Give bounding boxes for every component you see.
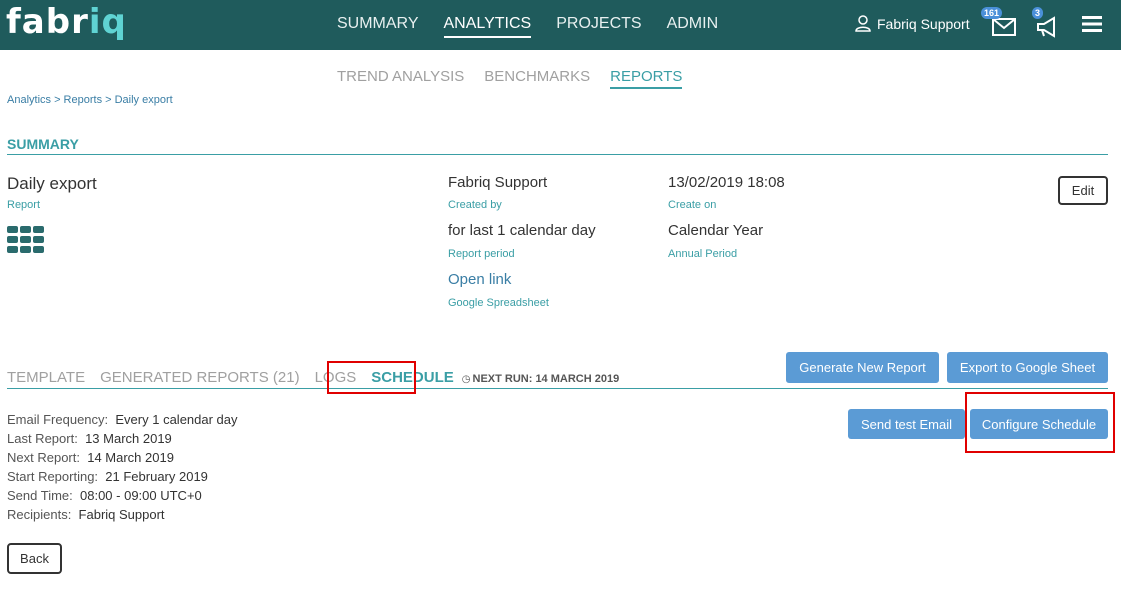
- detail-value: 08:00 - 09:00 UTC+0: [80, 488, 202, 503]
- open-link[interactable]: Open link: [448, 271, 511, 288]
- subnav-reports[interactable]: REPORTS: [610, 68, 683, 89]
- send-test-email-button[interactable]: Send test Email: [848, 409, 965, 439]
- next-run-label: NEXT RUN: 14 MARCH 2019: [472, 373, 620, 385]
- user-menu[interactable]: Fabriq Support: [855, 15, 970, 32]
- back-button[interactable]: Back: [7, 543, 62, 574]
- detail-label: Next Report:: [7, 450, 80, 465]
- table-grid-icon: [7, 226, 44, 253]
- export-to-google-sheet-button[interactable]: Export to Google Sheet: [947, 352, 1108, 383]
- top-bar: fabriq SUMMARY ANALYTICS PROJECTS ADMIN …: [0, 0, 1121, 50]
- created-by-label: Created by: [448, 199, 502, 211]
- detail-value: 21 February 2019: [105, 469, 208, 484]
- announcements-button[interactable]: 3: [1032, 7, 1060, 43]
- nav-analytics[interactable]: ANALYTICS: [443, 15, 532, 38]
- annual-period-label: Annual Period: [668, 248, 738, 260]
- announcements-badge: 3: [1032, 7, 1044, 19]
- tab-generated-reports[interactable]: GENERATED REPORTS (21): [100, 369, 299, 386]
- generate-new-report-button[interactable]: Generate New Report: [786, 352, 939, 383]
- configure-schedule-highlight: [965, 392, 1115, 453]
- detail-value: 13 March 2019: [85, 431, 172, 446]
- main-nav: SUMMARY ANALYTICS PROJECTS ADMIN: [337, 15, 743, 38]
- sub-nav: TREND ANALYSIS BENCHMARKS REPORTS: [337, 68, 702, 89]
- detail-row: Send Time: 08:00 - 09:00 UTC+0: [7, 486, 238, 505]
- created-by-value: Fabriq Support: [448, 174, 548, 191]
- google-spreadsheet-label: Google Spreadsheet: [448, 297, 549, 309]
- breadcrumb[interactable]: Analytics > Reports > Daily export: [7, 94, 173, 106]
- tabs-divider: [7, 388, 1108, 389]
- detail-value: Fabriq Support: [78, 507, 165, 522]
- hamburger-menu-icon[interactable]: [1082, 15, 1102, 38]
- detail-label: Recipients:: [7, 507, 72, 522]
- user-icon: [855, 15, 871, 32]
- detail-label: Last Report:: [7, 431, 78, 446]
- messages-button[interactable]: 161: [981, 7, 1016, 43]
- report-name: Daily export: [7, 174, 97, 193]
- created-on-value: 13/02/2019 18:08: [668, 174, 785, 191]
- logo-text-main: fabr: [6, 2, 89, 42]
- envelope-icon: [992, 18, 1016, 36]
- detail-row: Last Report: 13 March 2019: [7, 429, 238, 448]
- report-tabs: TEMPLATE GENERATED REPORTS (21) LOGS SCH…: [7, 369, 619, 386]
- detail-label: Email Frequency:: [7, 412, 109, 427]
- clock-icon: ◷: [461, 374, 471, 385]
- nav-summary[interactable]: SUMMARY: [337, 15, 419, 38]
- user-name: Fabriq Support: [877, 15, 970, 32]
- subnav-trend-analysis[interactable]: TREND ANALYSIS: [337, 68, 464, 89]
- created-on-label: Create on: [668, 199, 717, 211]
- detail-row: Start Reporting: 21 February 2019: [7, 467, 238, 486]
- detail-label: Start Reporting:: [7, 469, 99, 484]
- detail-row: Email Frequency: Every 1 calendar day: [7, 410, 238, 429]
- schedule-tab-highlight: [327, 361, 416, 394]
- annual-period-value: Calendar Year: [668, 222, 764, 239]
- detail-row: Recipients: Fabriq Support: [7, 505, 238, 524]
- nav-admin[interactable]: ADMIN: [667, 15, 719, 38]
- report-period-value: for last 1 calendar day: [448, 222, 596, 239]
- detail-row: Next Report: 14 March 2019: [7, 448, 238, 467]
- tab-template[interactable]: TEMPLATE: [7, 369, 85, 386]
- subnav-benchmarks[interactable]: BENCHMARKS: [484, 68, 590, 89]
- schedule-details: Email Frequency: Every 1 calendar day La…: [7, 410, 238, 524]
- logo-text-accent: iq: [88, 2, 127, 42]
- detail-value: 14 March 2019: [87, 450, 174, 465]
- megaphone-icon: [1037, 16, 1055, 38]
- nav-projects[interactable]: PROJECTS: [556, 15, 641, 38]
- detail-value: Every 1 calendar day: [115, 412, 238, 427]
- report-type-label: Report: [7, 199, 41, 211]
- summary-title: SUMMARY: [7, 136, 79, 152]
- summary-divider: [7, 154, 1108, 155]
- report-period-label: Report period: [448, 248, 515, 260]
- detail-label: Send Time:: [7, 488, 73, 503]
- fabriq-logo[interactable]: fabriq: [6, 2, 127, 42]
- messages-badge: 161: [981, 7, 1003, 19]
- edit-button[interactable]: Edit: [1058, 176, 1108, 205]
